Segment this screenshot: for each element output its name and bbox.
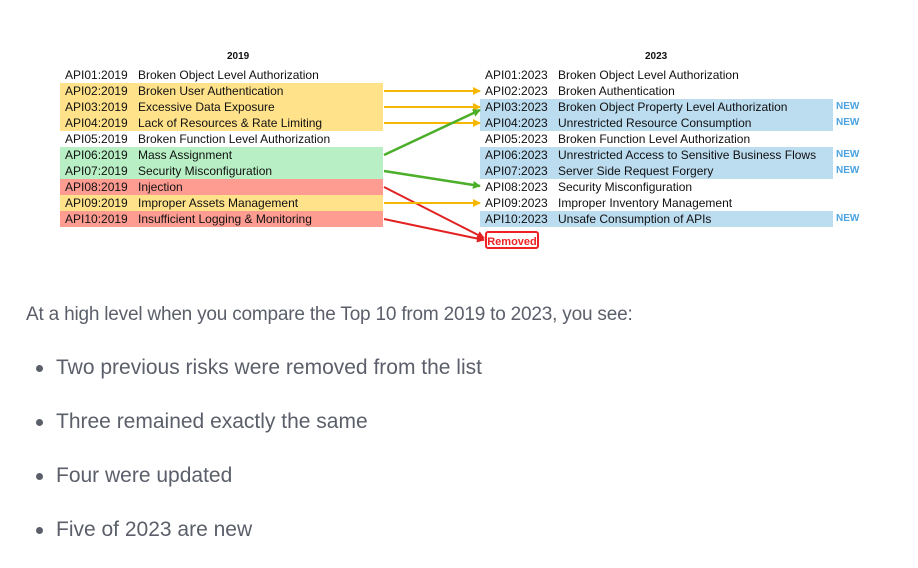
list-item-2023: API02:2023 Broken Authentication bbox=[480, 83, 833, 99]
risk-code: API03:2019 bbox=[65, 100, 128, 114]
risk-code: API05:2019 bbox=[65, 132, 128, 146]
risk-code: API06:2019 bbox=[65, 148, 128, 162]
bullet-list: Two previous risks were removed from the… bbox=[36, 352, 482, 568]
arrow-api08 bbox=[383, 186, 485, 239]
risk-code: API09:2019 bbox=[65, 196, 128, 210]
risk-code: API10:2023 bbox=[485, 212, 548, 226]
list-item-2023: API04:2023 Unrestricted Resource Consumpt… bbox=[480, 115, 833, 131]
risk-title: Lack of Resources & Rate Limiting bbox=[138, 116, 323, 130]
list-item-2019: API07:2019 Security Misconfiguration bbox=[60, 163, 383, 179]
list-item-2019: API04:2019 Lack of Resources & Rate Limit… bbox=[60, 115, 383, 131]
risk-title: Broken Object Property Level Authorizati… bbox=[558, 100, 788, 114]
risk-title: Excessive Data Exposure bbox=[138, 100, 275, 114]
list-item-2023: API03:2023 Broken Object Property Level A… bbox=[480, 99, 833, 115]
new-badge: NEW bbox=[836, 213, 860, 224]
summary-text: At a high level when you compare the Top… bbox=[26, 304, 633, 325]
risk-title: Broken Function Level Authorization bbox=[558, 132, 751, 146]
arrow-api10 bbox=[383, 218, 485, 243]
list-item: Five of 2023 are new bbox=[36, 514, 482, 568]
arrow-api07 bbox=[383, 169, 481, 189]
risk-code: API08:2019 bbox=[65, 180, 128, 194]
risk-code: API10:2019 bbox=[65, 212, 128, 226]
risk-code: API04:2019 bbox=[65, 116, 128, 130]
risk-code: API05:2023 bbox=[485, 132, 548, 146]
list-item-2023: API09:2023 Improper Inventory Management bbox=[480, 195, 833, 211]
list-item-2023: API08:2023 Security Misconfiguration bbox=[480, 179, 833, 195]
new-badge: NEW bbox=[836, 165, 860, 176]
risk-title: Unrestricted Access to Sensitive Busines… bbox=[558, 148, 817, 162]
risk-title: Security Misconfiguration bbox=[558, 180, 693, 194]
risk-title: Improper Assets Management bbox=[138, 196, 299, 210]
list-item: Two previous risks were removed from the… bbox=[36, 352, 482, 406]
risk-title: Unsafe Consumption of APIs bbox=[558, 212, 712, 226]
list-item-2019: API03:2019 Excessive Data Exposure bbox=[60, 99, 383, 115]
list-item-2019: API08:2019 Injection bbox=[60, 179, 383, 195]
new-badge: NEW bbox=[836, 101, 860, 112]
list-item-2019: API10:2019 Insufficient Logging & Monitor… bbox=[60, 211, 383, 227]
risk-code: API06:2023 bbox=[485, 148, 548, 162]
risk-title: Server Side Request Forgery bbox=[558, 164, 714, 178]
list-item-2023: API01:2023 Broken Object Level Authorizat… bbox=[480, 67, 833, 83]
risk-code: API09:2023 bbox=[485, 196, 548, 210]
list-item-2019: API05:2019 Broken Function Level Authoriz… bbox=[60, 131, 383, 147]
risk-title: Unrestricted Resource Consumption bbox=[558, 116, 752, 130]
risk-title: Broken Object Level Authorization bbox=[558, 68, 739, 82]
list-item-2019: API01:2019 Broken Object Level Authorizat… bbox=[60, 67, 383, 83]
risk-title: Broken Authentication bbox=[558, 84, 675, 98]
risk-title: Security Misconfiguration bbox=[138, 164, 273, 178]
risk-title: Injection bbox=[138, 180, 183, 194]
list-item-2019: API02:2019 Broken User Authentication bbox=[60, 83, 383, 99]
risk-code: API01:2023 bbox=[485, 68, 548, 82]
risk-title: Mass Assignment bbox=[138, 148, 233, 162]
list-item-2019: API06:2019 Mass Assignment bbox=[60, 147, 383, 163]
list-item: Four were updated bbox=[36, 460, 482, 514]
risk-code: API02:2023 bbox=[485, 84, 548, 98]
year-2019-heading: 2019 bbox=[227, 51, 250, 62]
risk-code: API04:2023 bbox=[485, 116, 548, 130]
new-badge: NEW bbox=[836, 149, 860, 160]
risk-title: Broken User Authentication bbox=[138, 84, 284, 98]
list-item: Three remained exactly the same bbox=[36, 406, 482, 460]
list-item-2019: API09:2019 Improper Assets Management bbox=[60, 195, 383, 211]
list-item-2023: API06:2023 Unrestricted Access to Sensiti… bbox=[480, 147, 833, 163]
removed-box: Removed bbox=[485, 231, 539, 249]
risk-code: API07:2023 bbox=[485, 164, 548, 178]
list-item-2023: API10:2023 Unsafe Consumption of APIs bbox=[480, 211, 833, 227]
risk-title: Improper Inventory Management bbox=[558, 196, 733, 210]
year-2023-heading: 2023 bbox=[645, 51, 668, 62]
arrow-api06 bbox=[383, 108, 481, 157]
risk-title: Broken Object Level Authorization bbox=[138, 68, 319, 82]
risk-code: API01:2019 bbox=[65, 68, 128, 82]
list-item-2023: API07:2023 Server Side Request Forgery bbox=[480, 163, 833, 179]
risk-code: API03:2023 bbox=[485, 100, 548, 114]
list-item-2023: API05:2023 Broken Function Level Authoriz… bbox=[480, 131, 833, 147]
risk-title: Broken Function Level Authorization bbox=[138, 132, 331, 146]
risk-code: API08:2023 bbox=[485, 180, 548, 194]
risk-code: API07:2019 bbox=[65, 164, 128, 178]
risk-code: API02:2019 bbox=[65, 84, 128, 98]
risk-title: Insufficient Logging & Monitoring bbox=[138, 212, 312, 226]
new-badge: NEW bbox=[836, 117, 860, 128]
